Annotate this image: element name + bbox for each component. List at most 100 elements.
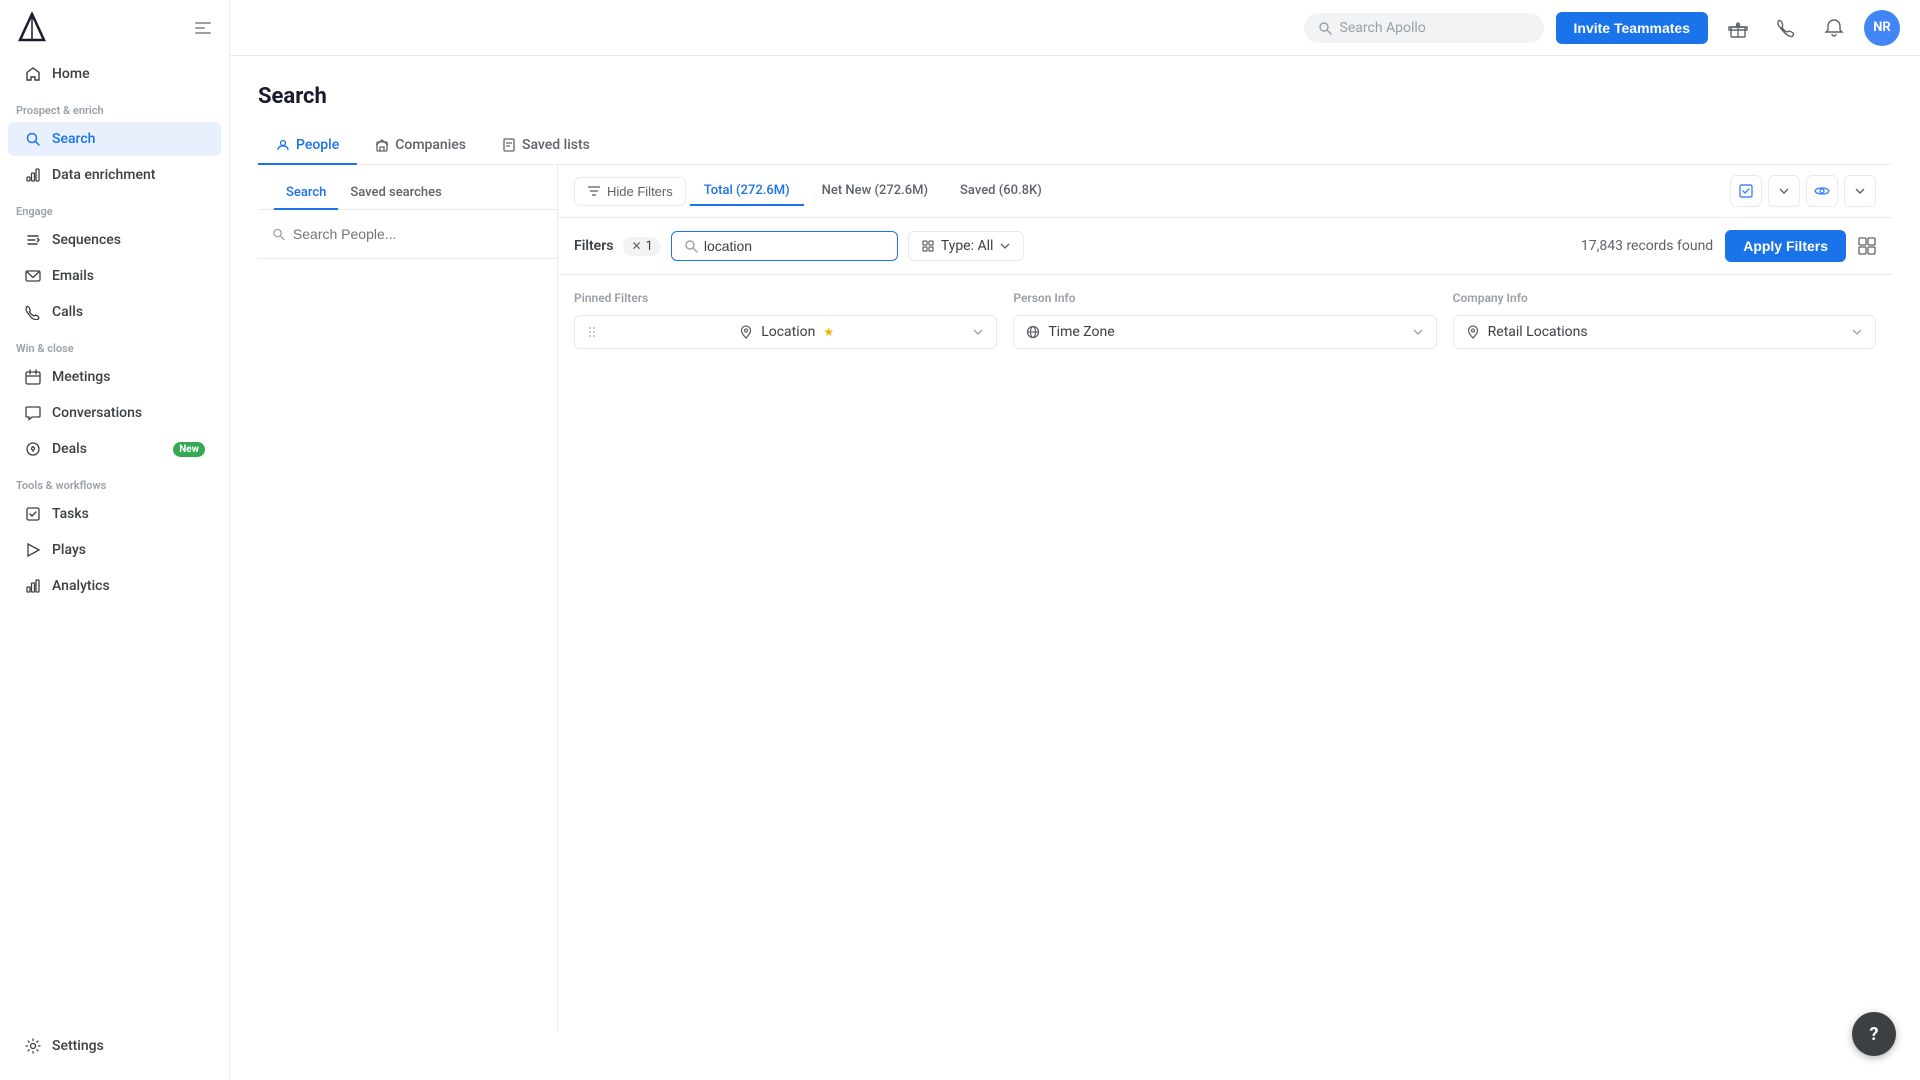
sidebar-section-engage: Engage [0,193,229,222]
phone-icon-button[interactable] [1768,10,1804,46]
sidebar: Home Prospect & enrich Search Data enric… [0,0,230,1080]
retail-location-pin-icon [1466,325,1480,339]
sidebar-section-win: Win & close [0,330,229,359]
saved-lists-tab-icon [502,138,516,152]
company-info-title: Company Info [1453,291,1876,305]
results-tab-net-new[interactable]: Net New (272.6M) [808,177,942,206]
filter-icon [587,184,601,198]
filter-bar-right: 17,843 records found Apply Filters [1581,230,1876,262]
page-title: Search [258,84,1892,109]
analytics-icon [24,577,42,595]
main-tabs: People Companies [258,127,1892,165]
sidebar-item-deals[interactable]: Deals New [8,432,221,466]
filter-search-input[interactable] [704,238,885,254]
sidebar-item-calls[interactable]: Calls [8,295,221,329]
apollo-logo-icon [16,12,48,44]
sidebar-section-tools: Tools & workflows [0,467,229,496]
results-tab-saved[interactable]: Saved (60.8K) [946,177,1056,206]
tasks-icon [24,505,42,523]
tab-saved-lists[interactable]: Saved lists [484,127,608,165]
emails-icon [24,267,42,285]
sidebar-item-data-enrichment-label: Data enrichment [52,167,205,183]
help-button[interactable]: ? [1852,1012,1896,1056]
filter-search-icon [684,239,698,253]
pinned-filters-section: Pinned Filters [574,291,997,357]
plays-icon [24,541,42,559]
sidebar-item-tasks[interactable]: Tasks [8,497,221,531]
tab-companies-label: Companies [395,137,466,153]
person-info-title: Person Info [1013,291,1436,305]
sidebar-item-analytics[interactable]: Analytics [8,569,221,603]
filter-search-box[interactable] [671,231,898,261]
sidebar-item-tasks-label: Tasks [52,506,205,522]
tab-companies[interactable]: Companies [357,127,484,165]
timezone-chip-chevron [1412,326,1424,338]
tab-people[interactable]: People [258,127,357,165]
sidebar-toggle-button[interactable] [193,18,213,38]
sidebar-item-search-label: Search [52,131,205,147]
sidebar-item-settings-label: Settings [52,1038,205,1054]
sidebar-item-conversations-label: Conversations [52,405,205,421]
sidebar-item-sequences[interactable]: Sequences [8,223,221,257]
location-pin-icon [739,325,753,339]
search-people-icon [272,227,285,241]
left-panel-tabs: Search Saved searches [258,165,557,210]
filter-sections: Pinned Filters [558,275,1892,373]
eye-icon-button[interactable] [1806,175,1838,207]
results-bar-right [1730,175,1876,207]
timezone-filter-chip[interactable]: Time Zone [1013,315,1436,349]
grid-icon-button[interactable] [1858,237,1876,255]
drag-handle-icon [587,324,597,340]
sidebar-section-prospect: Prospect & enrich [0,92,229,121]
sidebar-item-meetings[interactable]: Meetings [8,360,221,394]
sidebar-item-settings[interactable]: Settings [8,1029,221,1063]
bell-icon-button[interactable] [1816,10,1852,46]
deals-icon [24,440,42,458]
left-panel-tab-saved[interactable]: Saved searches [338,177,453,210]
sidebar-item-analytics-label: Analytics [52,578,205,594]
dropdown-icon-button[interactable] [1768,175,1800,207]
timezone-chip-label: Time Zone [1048,324,1114,340]
settings-icon [24,1037,42,1055]
pin-star-icon: ★ [823,325,834,339]
sidebar-item-plays[interactable]: Plays [8,533,221,567]
topbar: Search Apollo Invite Teammates NR [230,0,1920,56]
dropdown2-icon-button[interactable] [1844,175,1876,207]
calls-icon [24,303,42,321]
sidebar-item-search[interactable]: Search [8,122,221,156]
filter-clear-button[interactable]: ✕ [631,239,641,253]
filters-label: Filters [574,238,613,254]
sidebar-item-conversations[interactable]: Conversations [8,396,221,430]
search-panel-container: Search Saved searches [258,165,1892,1031]
save-search-icon-button[interactable] [1730,175,1762,207]
location-chip-chevron [972,326,984,338]
hide-filters-button[interactable]: Hide Filters [574,177,686,206]
user-avatar[interactable]: NR [1864,10,1900,46]
type-dropdown[interactable]: Type: All [908,231,1025,261]
data-enrichment-icon [24,166,42,184]
companies-tab-icon [375,138,389,152]
search-apollo-box[interactable]: Search Apollo [1304,13,1544,43]
location-chip-left: Location ★ [739,324,834,340]
type-icon [921,239,935,253]
left-panel-tab-search[interactable]: Search [274,177,338,210]
invite-teammates-button[interactable]: Invite Teammates [1556,12,1708,44]
sidebar-item-data-enrichment[interactable]: Data enrichment [8,158,221,192]
sequences-icon [24,231,42,249]
globe-icon [1026,325,1040,339]
search-apollo-placeholder: Search Apollo [1340,20,1426,36]
sidebar-header [0,0,229,56]
sidebar-item-emails[interactable]: Emails [8,259,221,293]
apply-filters-button[interactable]: Apply Filters [1725,230,1846,262]
search-apollo-icon [1318,21,1332,35]
location-filter-chip[interactable]: Location ★ [574,315,997,349]
sidebar-item-home[interactable]: Home [8,57,221,91]
sidebar-item-plays-label: Plays [52,542,205,558]
main-area: Search Apollo Invite Teammates NR Search [230,0,1920,1080]
results-tab-total[interactable]: Total (272.6M) [690,177,804,206]
gift-icon-button[interactable] [1720,10,1756,46]
search-people-input[interactable] [293,222,543,246]
left-panel: Search Saved searches [258,165,558,1031]
type-dropdown-chevron [999,240,1011,252]
retail-locations-filter-chip[interactable]: Retail Locations [1453,315,1876,349]
